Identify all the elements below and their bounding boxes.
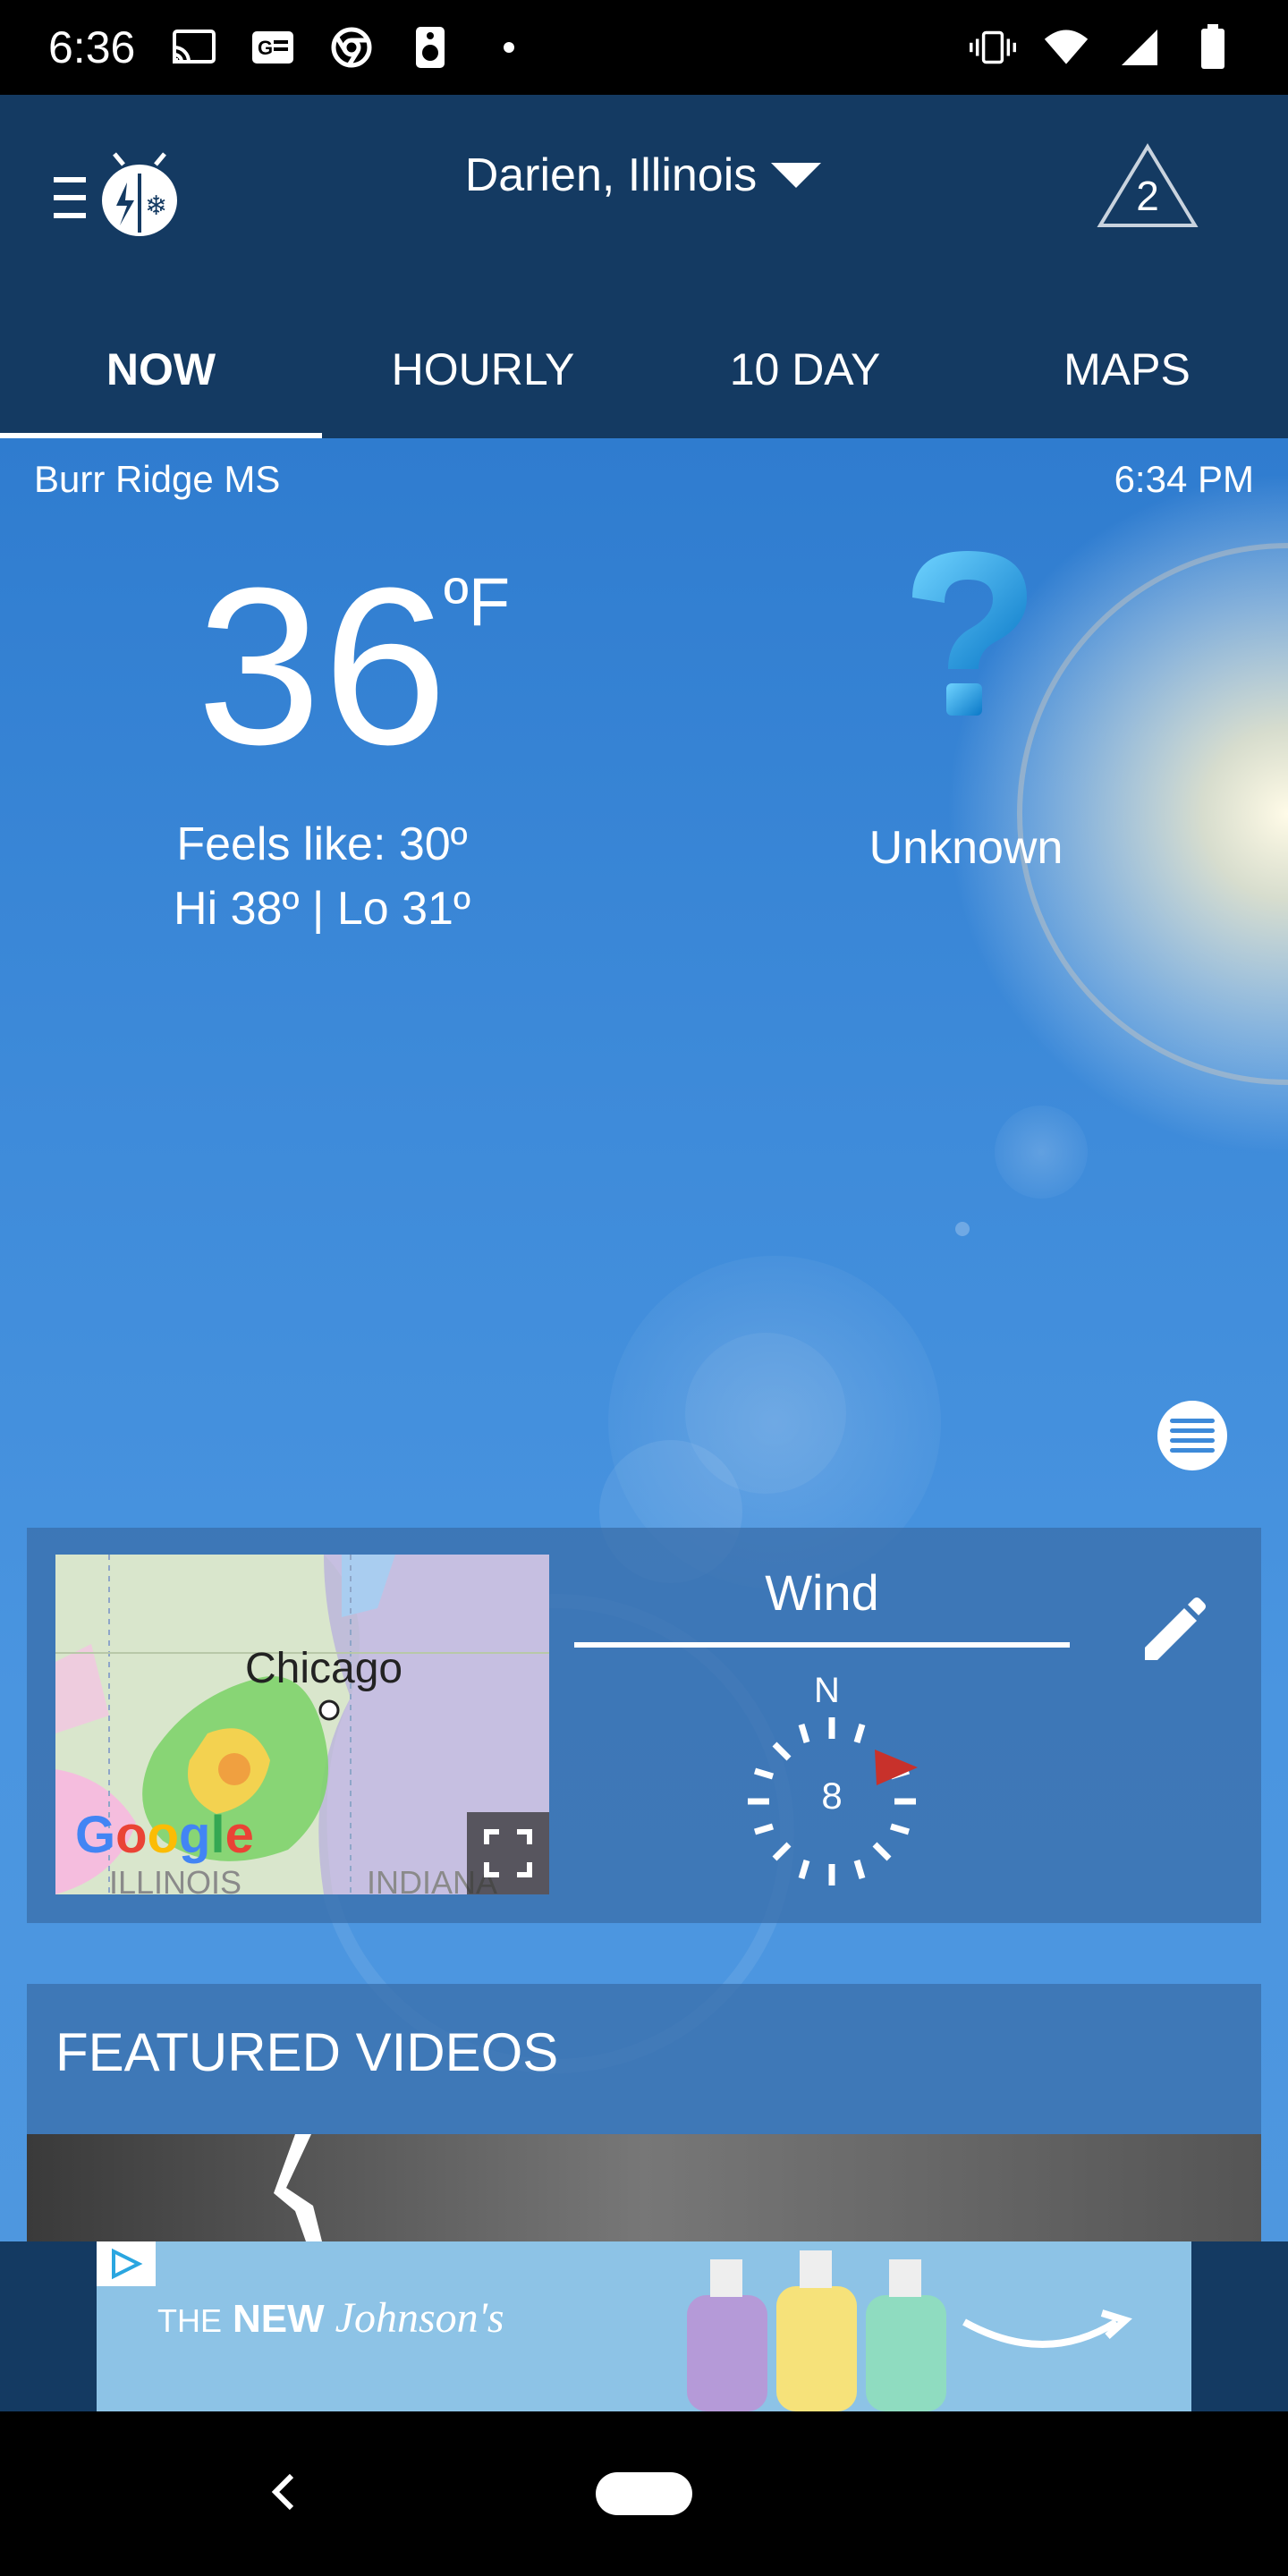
question-mark-icon [912, 551, 1027, 716]
featured-videos-card: FEATURED VIDEOS [27, 1984, 1261, 2241]
map-city-label: Chicago [245, 1645, 403, 1692]
featured-videos-title: FEATURED VIDEOS [55, 2022, 559, 2082]
ad-strip: THE NEW Johnson's [0, 2241, 1288, 2411]
temperature-unit: ºF [444, 564, 511, 640]
tab-hourly[interactable]: HOURLY [322, 301, 644, 438]
sun-flare-background [315, 474, 1288, 2073]
layers-button[interactable] [1157, 1401, 1227, 1470]
radar-map-thumbnail[interactable]: Chicago ILLINOIS INDIANA Google [55, 1555, 549, 1894]
tab-10-day[interactable]: 10 DAY [644, 301, 966, 438]
wind-speed: 8 [821, 1775, 843, 1817]
svg-text:G: G [258, 37, 273, 59]
lightning-image [274, 2134, 322, 2241]
fullscreen-button[interactable] [467, 1812, 549, 1894]
vibrate-icon [970, 27, 1016, 68]
edit-card-button[interactable] [1125, 1589, 1215, 1678]
system-nav-bar [0, 2411, 1288, 2576]
back-icon[interactable] [259, 2465, 304, 2519]
current-temperature: 36 [197, 541, 450, 791]
tab-bar: NOW HOURLY 10 DAY MAPS [0, 301, 1288, 438]
wind-title: Wind [765, 1564, 879, 1621]
ad-product-bottles [687, 2250, 946, 2411]
news-icon: G [250, 27, 296, 68]
speaker-icon [407, 27, 453, 68]
alerts-button[interactable]: 2 [1097, 141, 1199, 231]
ad-new: NEW [233, 2297, 325, 2341]
hi-lo: Hi 38º | Lo 31º [174, 883, 470, 935]
ad-choices-icon[interactable] [97, 2241, 156, 2286]
amazon-smile-icon [962, 2309, 1132, 2348]
layers-line [1170, 1448, 1215, 1453]
ad-headline: THE NEW Johnson's [157, 2293, 504, 2343]
dropdown-caret-icon [771, 163, 822, 188]
map-wind-card: Chicago ILLINOIS INDIANA Google Wind N 8 [27, 1528, 1261, 1923]
layers-line [1170, 1438, 1215, 1443]
chrome-icon [328, 27, 375, 68]
layers-line [1170, 1428, 1215, 1433]
layers-line [1170, 1419, 1215, 1423]
featured-video-thumbnail[interactable] [27, 2134, 1261, 2241]
wind-divider [574, 1642, 1070, 1648]
observation-time: 6:34 PM [1114, 458, 1254, 500]
fullscreen-icon [484, 1829, 532, 1877]
home-pill-button[interactable] [596, 2472, 692, 2515]
wifi-icon [1043, 27, 1089, 68]
wind-north-label: N [814, 1671, 840, 1710]
status-bar: 6:36 G [0, 0, 1288, 95]
google-logo: Google [75, 1806, 254, 1864]
dot-icon [486, 27, 532, 68]
map-region-left: ILLINOIS [109, 1864, 242, 1894]
location-label: Darien, Illinois [464, 149, 758, 201]
app-header: ❄ Darien, Illinois 2 NOW HOURLY 10 DAY M… [0, 95, 1288, 438]
ad-the: THE [157, 2302, 222, 2339]
tab-maps[interactable]: MAPS [966, 301, 1288, 438]
tab-now[interactable]: NOW [0, 301, 322, 438]
location-selector[interactable]: Darien, Illinois [0, 148, 1288, 202]
current-conditions-panel: Burr Ridge MS 6:34 PM 36 ºF Feels like: … [0, 438, 1288, 2241]
battery-icon [1190, 24, 1236, 69]
ad-banner[interactable]: THE NEW Johnson's [97, 2241, 1191, 2411]
feels-like: Feels like: 30º [176, 818, 468, 870]
station-name: Burr Ridge MS [34, 458, 281, 500]
ad-brand: Johnson's [335, 2294, 504, 2342]
signal-icon [1116, 27, 1163, 68]
alert-count: 2 [1136, 173, 1159, 219]
status-time: 6:36 [48, 22, 136, 72]
pencil-icon [1145, 1597, 1206, 1660]
cast-icon [171, 27, 217, 68]
condition-text: Unknown [869, 822, 1063, 874]
